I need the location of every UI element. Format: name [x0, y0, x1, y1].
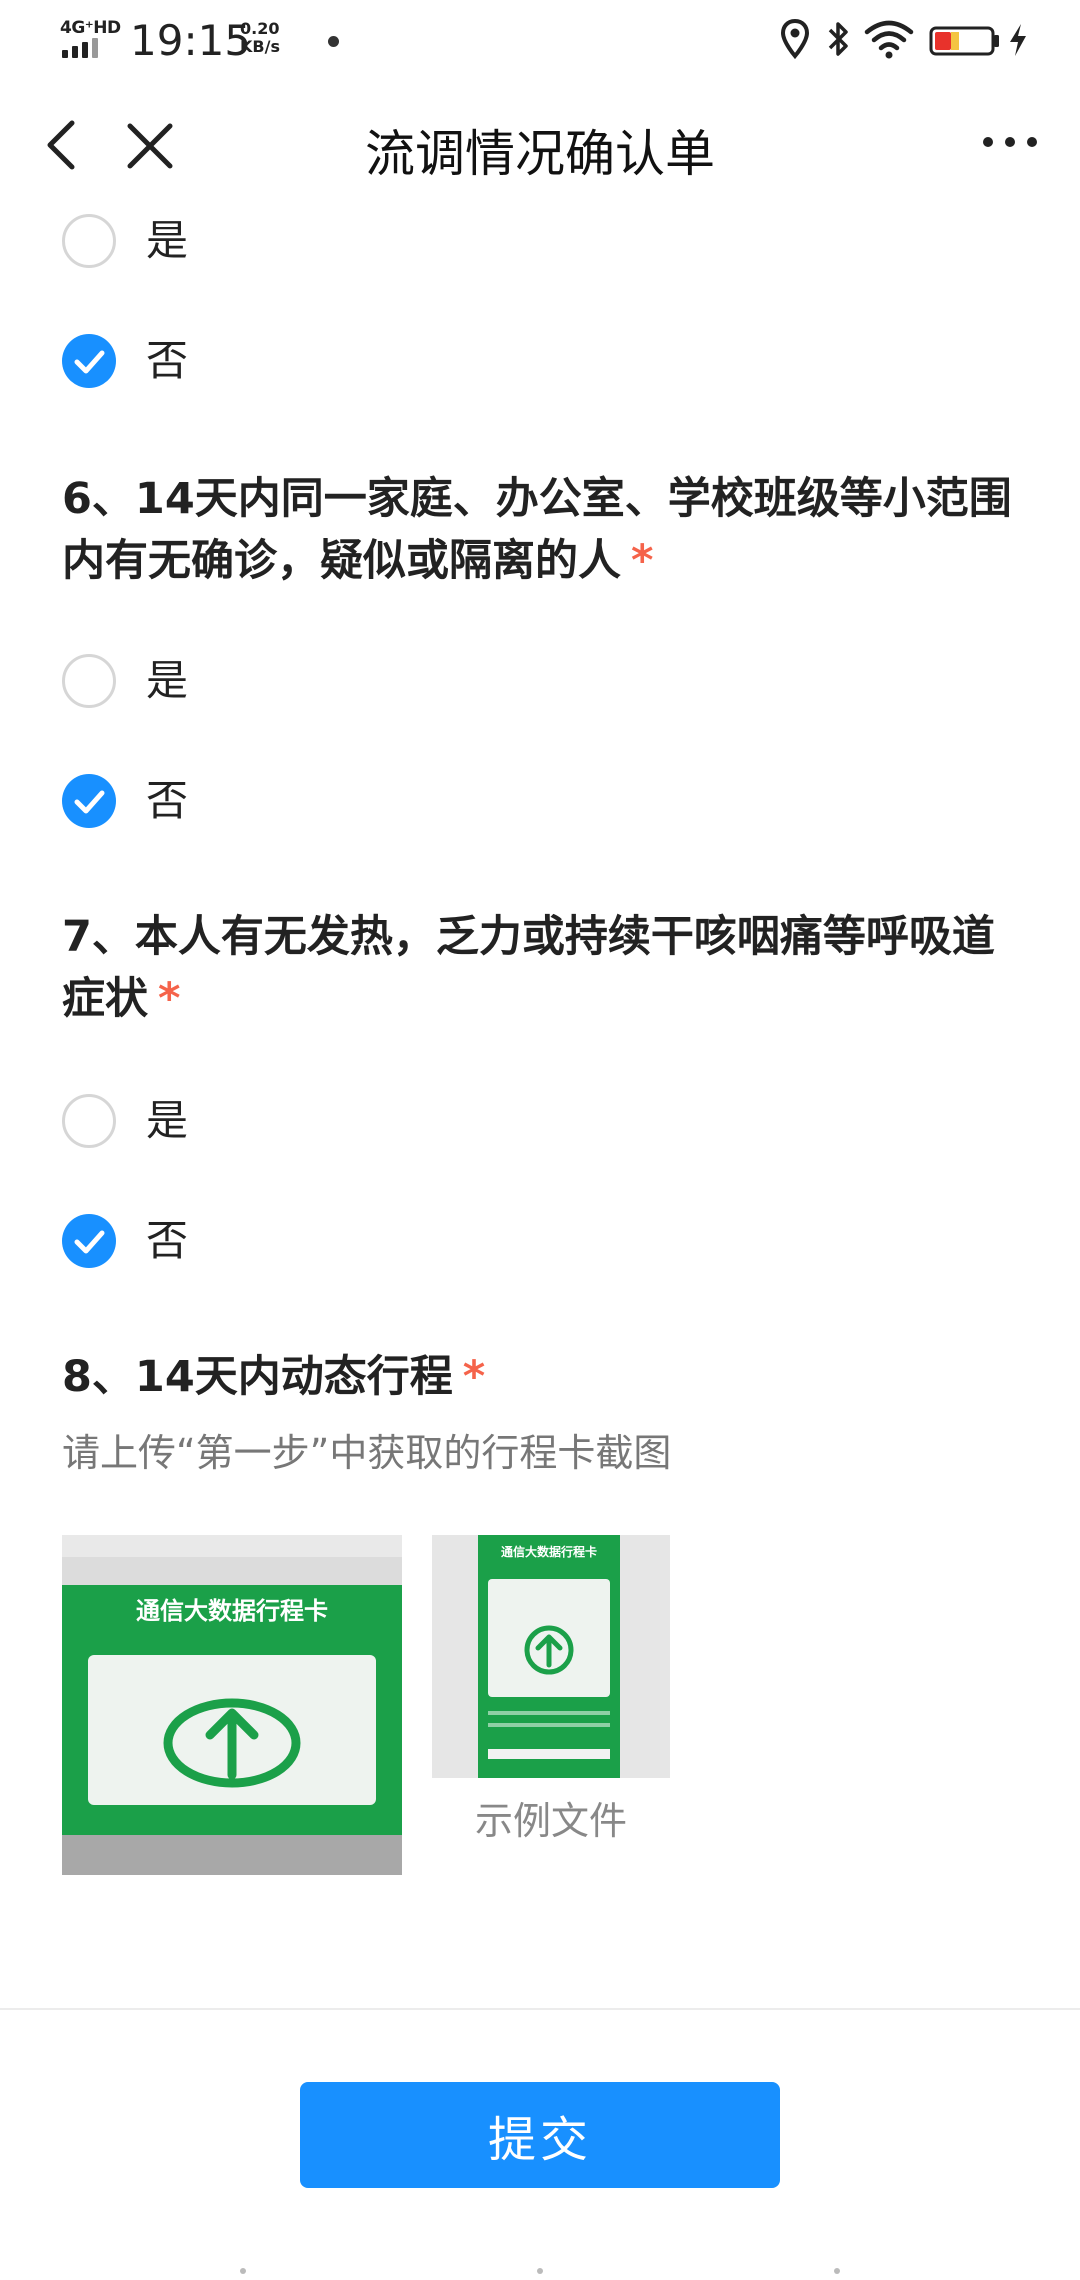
- example-caption: 示例文件: [474, 1799, 627, 1843]
- check-icon: [74, 350, 105, 374]
- required-mark: *: [631, 536, 654, 586]
- check-icon: [74, 1230, 105, 1254]
- uploaded-image-thumbnail[interactable]: 通信大数据行程卡: [62, 1535, 402, 1875]
- option-label: 否: [146, 1216, 189, 1265]
- question-text: 8、14天内动态行程: [62, 1352, 453, 1402]
- radio-button-checked[interactable]: [62, 334, 116, 388]
- example-image-thumbnail[interactable]: 通信大数据行程卡: [432, 1535, 670, 1778]
- option-label: 否: [146, 336, 189, 385]
- check-icon: [74, 790, 105, 814]
- option-label: 否: [146, 776, 189, 825]
- location-icon: [780, 18, 810, 60]
- mini-nav-bar: [62, 1557, 402, 1585]
- required-mark: *: [158, 974, 181, 1024]
- notification-dot: [328, 36, 339, 47]
- q6-option-yes[interactable]: 是: [62, 646, 462, 716]
- arrow-up-icon: [163, 1698, 301, 1788]
- question-6-title: 6、14天内同一家庭、办公室、学校班级等小范围内有无确诊，疑似或隔离的人 *: [62, 468, 1022, 592]
- radio-button-checked[interactable]: [62, 1214, 116, 1268]
- radio-button[interactable]: [62, 1094, 116, 1148]
- question-text: 6、14天内同一家庭、办公室、学校班级等小范围内有无确诊，疑似或隔离的人: [62, 474, 1012, 586]
- question-text: 7、本人有无发热，乏力或持续干咳咽痛等呼吸道症状: [62, 912, 995, 1024]
- nav-hint-dot: [240, 2268, 246, 2274]
- network-speed-unit: KB/s: [240, 37, 280, 56]
- q7-option-no[interactable]: 否: [62, 1206, 462, 1276]
- question-7-title: 7、本人有无发热，乏力或持续干咳咽痛等呼吸道症状 *: [62, 906, 1022, 1030]
- option-label: 是: [146, 1096, 189, 1145]
- radio-button[interactable]: [62, 654, 116, 708]
- wifi-icon: [864, 20, 914, 59]
- nav-hint-dot: [537, 2268, 543, 2274]
- network-speed-value: 0.20: [240, 19, 280, 38]
- option-label: 是: [146, 656, 189, 705]
- signal-icon: [62, 38, 108, 58]
- network-speed: 0.20 KB/s: [240, 20, 300, 56]
- q7-option-yes[interactable]: 是: [62, 1086, 462, 1156]
- battery-icon: [929, 26, 999, 56]
- status-icons: [780, 18, 1030, 64]
- bottom-divider: [0, 2008, 1080, 2010]
- mini-footer: [62, 1835, 402, 1875]
- network-label: 4G⁺HD: [60, 18, 121, 38]
- more-icon[interactable]: [980, 132, 1040, 152]
- nav-hint-dot: [834, 2268, 840, 2274]
- charging-icon: [1010, 24, 1026, 56]
- q5-option-no[interactable]: 否: [62, 326, 462, 396]
- network-indicator: 4G⁺HD: [60, 18, 122, 60]
- submit-button[interactable]: 提交: [300, 2082, 780, 2188]
- status-bar: 4G⁺HD 19:15 0.20 KB/s: [0, 0, 1080, 80]
- upload-hint: 请上传“第一步”中获取的行程卡截图: [62, 1431, 672, 1475]
- status-time: 19:15: [130, 16, 252, 65]
- bluetooth-icon: [828, 22, 848, 56]
- example-card: 通信大数据行程卡: [478, 1535, 620, 1778]
- mini-card-title: 通信大数据行程卡: [136, 1597, 328, 1625]
- arrow-up-icon: [524, 1625, 574, 1675]
- q6-option-no[interactable]: 否: [62, 766, 462, 836]
- radio-button-checked[interactable]: [62, 774, 116, 828]
- radio-button[interactable]: [62, 214, 116, 268]
- page-title: 流调情况确认单: [365, 125, 715, 183]
- nav-bar: 流调情况确认单: [0, 80, 1080, 210]
- option-label: 是: [146, 216, 189, 265]
- question-8-title: 8、14天内动态行程 *: [62, 1346, 1022, 1408]
- mini-card-title: 通信大数据行程卡: [500, 1545, 597, 1559]
- q5-option-yes[interactable]: 是: [62, 206, 462, 276]
- required-mark: *: [462, 1352, 486, 1402]
- mini-status-bar: [62, 1535, 402, 1557]
